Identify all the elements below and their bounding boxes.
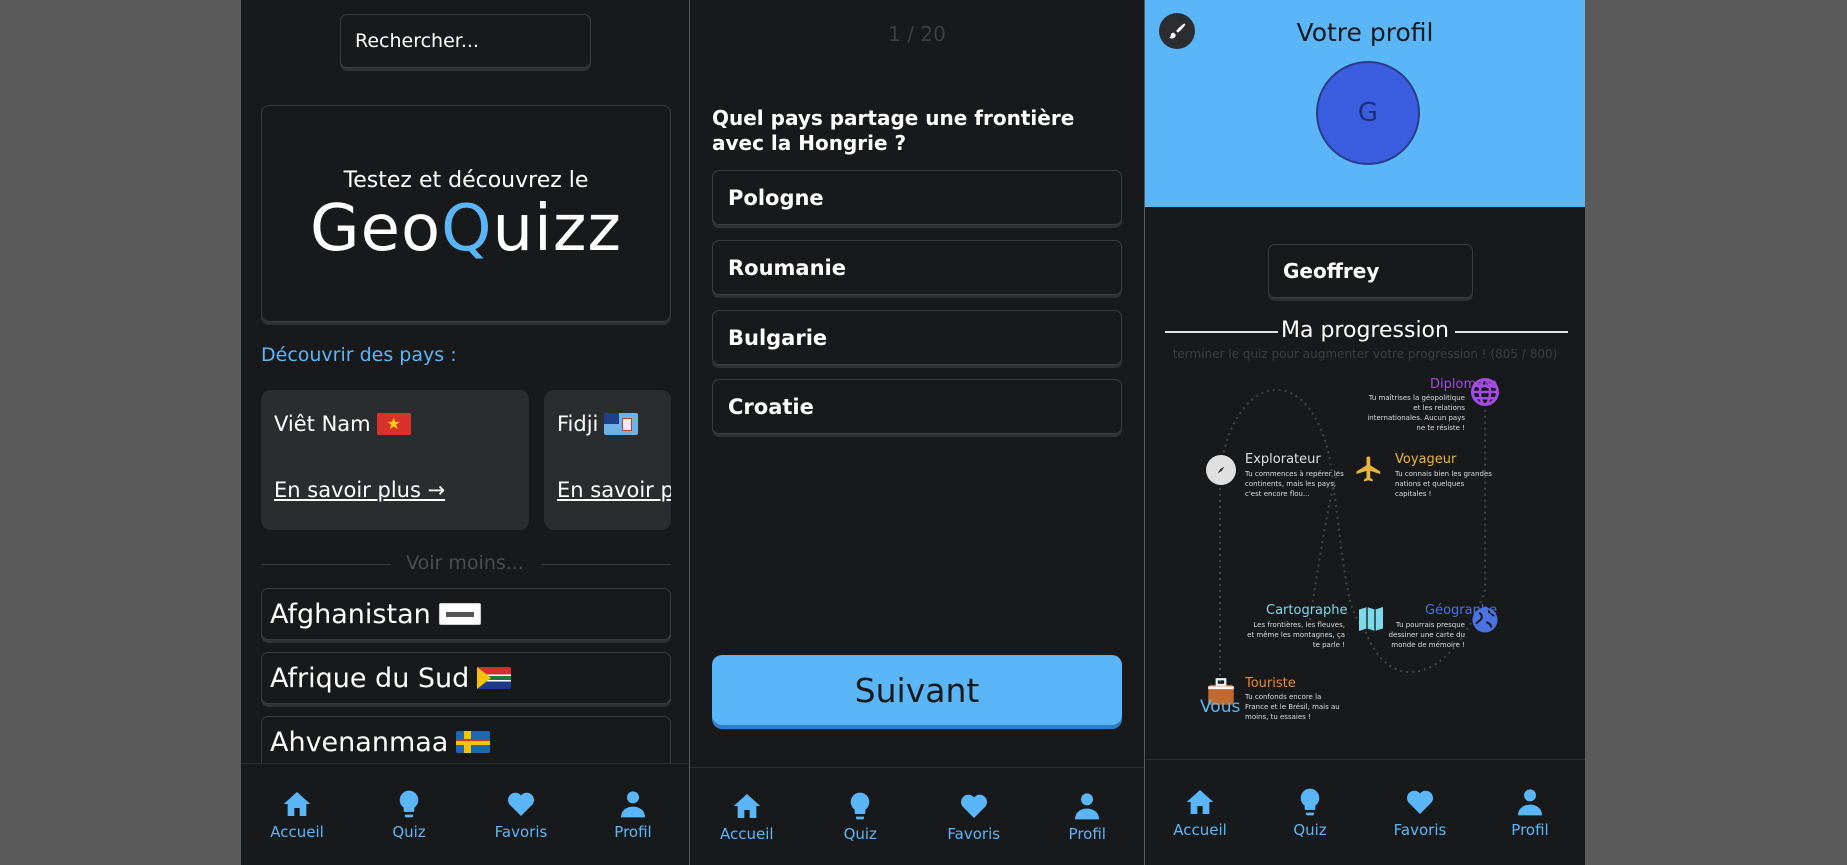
nav-label: Favoris (947, 825, 1001, 843)
home-icon (283, 792, 311, 816)
country-row[interactable]: Ahvenanmaa (261, 716, 671, 768)
heart-icon (1407, 790, 1433, 814)
badge-cartographe-title: Cartographe (1266, 603, 1348, 618)
lightbulb-icon (1300, 788, 1320, 816)
nav-favorites[interactable]: Favoris (917, 790, 1031, 843)
profile-screen: Votre profil G Geoffrey Ma progression t… (1145, 0, 1585, 865)
question-text: Quel pays partage une frontière avec la … (712, 106, 1075, 155)
south-africa-flag-icon (477, 667, 512, 689)
profile-title: Votre profil (1296, 18, 1434, 47)
nav-profile[interactable]: Profil (1475, 786, 1585, 839)
country-name: Afrique du Sud (270, 662, 470, 694)
country-row[interactable]: Afrique du Sud (261, 652, 671, 704)
lightbulb-icon (399, 790, 419, 818)
user-icon (1075, 793, 1100, 820)
current-position-marker: Vous (1200, 697, 1241, 717)
avatar[interactable]: G (1316, 61, 1420, 165)
badge-touriste-title: Touriste (1245, 676, 1296, 691)
country-card-fiji[interactable]: Fidji En savoir plus → (544, 390, 671, 530)
card-country-name: Viêt Nam (274, 412, 371, 436)
answer-option[interactable]: Pologne (712, 170, 1122, 225)
search-input[interactable]: Rechercher... (340, 14, 591, 68)
nav-quiz[interactable]: Quiz (804, 790, 918, 843)
nav-profile[interactable]: Profil (1031, 790, 1145, 843)
airplane-icon (1356, 456, 1381, 482)
nav-label: Favoris (494, 823, 548, 841)
nav-favorites[interactable]: Favoris (1365, 786, 1475, 839)
home-screen: Rechercher... Testez et découvrez le Geo… (241, 0, 689, 865)
nav-home[interactable]: Accueil (690, 790, 804, 843)
quiz-screen: 1 / 20 Quel pays partage une frontière a… (690, 0, 1144, 865)
country-name: Ahvenanmaa (270, 726, 449, 758)
card-title: Fidji (557, 412, 658, 436)
afghanistan-flag-icon (438, 603, 481, 625)
nav-label: Profil (1511, 821, 1549, 839)
progress-subtitle: terminer le quiz pour augmenter votre pr… (1172, 347, 1558, 361)
aland-flag-icon (456, 731, 491, 753)
logo-uizz: uizz (492, 192, 623, 266)
nav-home[interactable]: Accueil (241, 788, 353, 841)
nav-label: Profil (1068, 825, 1106, 843)
progress-title: Ma progression (1281, 318, 1449, 343)
nav-label: Quiz (1293, 821, 1327, 839)
badge-touriste-desc: Tu confonds encore la France et le Brési… (1245, 693, 1340, 721)
learn-more-link[interactable]: En savoir plus → (557, 478, 671, 502)
badge-voyageur-title: Voyageur (1395, 452, 1457, 467)
badge-geographe-desc: Tu pourrais presque dessiner une carte d… (1388, 621, 1465, 649)
badge-cartographe-desc: Les frontières, les fleuves, et même les… (1247, 621, 1345, 649)
nav-label: Quiz (843, 825, 877, 843)
nav-label: Accueil (270, 823, 324, 841)
username-field[interactable]: Geoffrey (1268, 244, 1473, 298)
nav-label: Profil (614, 823, 652, 841)
badge-explorateur-desc: Tu commences à repérer les continents, m… (1245, 470, 1344, 498)
question-counter: 1 / 20 (888, 22, 946, 46)
logo-q: Q (441, 192, 493, 266)
country-card-vietnam[interactable]: Viêt Nam ★ En savoir plus → (261, 390, 529, 530)
lightbulb-icon (851, 792, 870, 820)
learn-more-link[interactable]: En savoir plus → (274, 478, 445, 502)
app-logo: GeoQuizz (262, 193, 670, 265)
nav-label: Quiz (392, 823, 426, 841)
nav-label: Accueil (719, 825, 774, 843)
nav-home[interactable]: Accueil (1145, 786, 1255, 839)
logo-geo: Geo (309, 192, 442, 266)
home-icon (1186, 790, 1214, 814)
home-icon (733, 794, 761, 818)
hero-banner: Testez et découvrez le GeoQuizz (261, 105, 671, 322)
user-icon (1518, 789, 1542, 816)
nav-quiz[interactable]: Quiz (1255, 786, 1365, 839)
discover-heading: Découvrir des pays : (261, 344, 457, 366)
badge-diplomate-desc: Tu maîtrises la géopolitique et les rela… (1367, 394, 1465, 432)
nav-label: Favoris (1393, 821, 1447, 839)
heart-icon (960, 794, 987, 818)
country-row[interactable]: Afghanistan (261, 588, 671, 640)
badge-diplomate-title: Diplomate (1430, 377, 1498, 392)
fiji-flag-icon (604, 413, 639, 435)
answer-option[interactable]: Bulgarie (712, 310, 1122, 365)
card-country-name: Fidji (557, 412, 599, 436)
see-less-toggle[interactable]: Voir moins... (241, 552, 689, 574)
answer-option[interactable]: Roumanie (712, 240, 1122, 295)
bottom-nav: Accueil Quiz Favoris Profil (690, 767, 1144, 865)
nav-quiz[interactable]: Quiz (353, 788, 465, 841)
next-button[interactable]: Suivant (712, 655, 1122, 725)
vietnam-flag-icon: ★ (376, 413, 411, 435)
card-title: Viêt Nam ★ (274, 412, 516, 436)
country-name: Afghanistan (270, 598, 431, 630)
nav-favorites[interactable]: Favoris (465, 788, 577, 841)
badge-explorateur-title: Explorateur (1245, 452, 1321, 467)
user-icon (621, 791, 645, 818)
bottom-nav: Accueil Quiz Favoris Profil (241, 763, 689, 865)
answer-option[interactable]: Croatie (712, 379, 1122, 434)
bottom-nav: Accueil Quiz Favoris Profil (1145, 759, 1585, 865)
heart-icon (508, 792, 534, 816)
nav-label: Accueil (1173, 821, 1227, 839)
nav-profile[interactable]: Profil (577, 788, 689, 841)
hero-subtitle: Testez et découvrez le (343, 168, 589, 193)
compass-icon (1206, 455, 1236, 485)
profile-header: Votre profil G (1145, 0, 1585, 207)
badge-geographe-title: Géographe (1425, 603, 1498, 618)
badge-voyageur-desc: Tu connais bien les grandes nations et q… (1395, 470, 1492, 498)
